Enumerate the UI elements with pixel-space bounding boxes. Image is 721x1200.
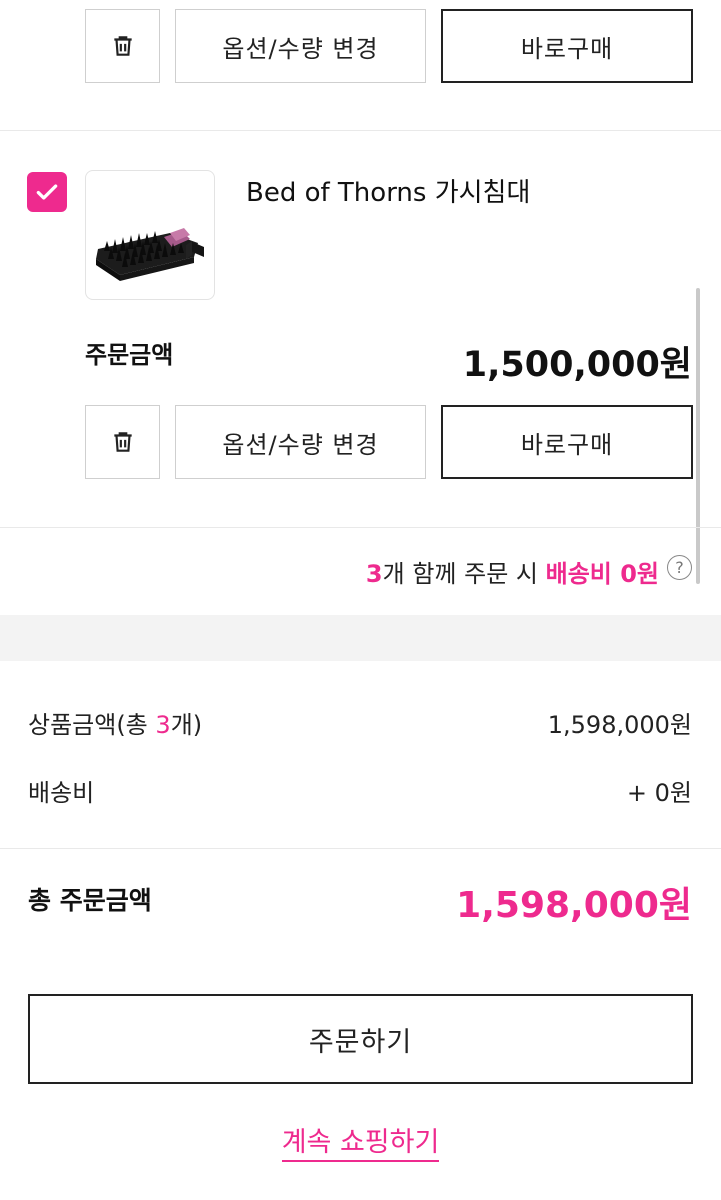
checkmark-icon (36, 184, 58, 200)
trash-icon (113, 432, 132, 452)
order-amount-value: 1,500,000원 (462, 345, 692, 385)
trash-icon (113, 36, 132, 56)
change-option-button[interactable]: 옵션/수량 변경 (175, 9, 426, 83)
product-total-count: 3 (155, 711, 171, 739)
free-shipping-notice: 3개 함께 주문 시 배송비 0원 (366, 554, 659, 589)
notice-count: 3 (365, 560, 383, 588)
notice-highlight: 배송비 0원 (545, 560, 659, 588)
product-total-prefix: 상품금액(총 (28, 711, 156, 739)
product-name[interactable]: Bed of Thorns 가시침대 (246, 172, 530, 209)
delete-item-button[interactable] (85, 9, 160, 83)
continue-shopping-link-wrap: 계속 쇼핑하기 (0, 1120, 721, 1162)
buy-now-button[interactable]: 바로구매 (441, 405, 693, 479)
continue-shopping-link[interactable]: 계속 쇼핑하기 (281, 1127, 440, 1162)
grand-total-value: 1,598,000원 (456, 885, 692, 926)
product-total-label: 상품금액(총 3개) (28, 705, 202, 740)
order-amount-label: 주문금액 (85, 341, 174, 369)
divider (0, 130, 721, 131)
shipping-fee-value: + 0원 (626, 779, 692, 807)
product-total-suffix: 개) (170, 711, 203, 739)
notice-text: 개 함께 주문 시 (382, 560, 546, 588)
change-option-button[interactable]: 옵션/수량 변경 (175, 405, 426, 479)
scrollbar[interactable] (696, 288, 700, 584)
buy-now-button[interactable]: 바로구매 (441, 9, 693, 83)
divider (0, 848, 721, 849)
product-thumbnail[interactable] (85, 170, 215, 300)
order-button[interactable]: 주문하기 (28, 994, 693, 1084)
product-total-value: 1,598,000원 (547, 711, 692, 739)
section-separator (0, 615, 721, 661)
shipping-fee-label: 배송비 (28, 779, 95, 807)
thorn-bed-product-image (96, 228, 204, 281)
delete-item-button[interactable] (85, 405, 160, 479)
question-circle-icon[interactable]: ? (667, 555, 692, 580)
item-checkbox[interactable] (27, 172, 67, 212)
grand-total-label: 총 주문금액 (28, 886, 152, 915)
divider (0, 527, 721, 528)
